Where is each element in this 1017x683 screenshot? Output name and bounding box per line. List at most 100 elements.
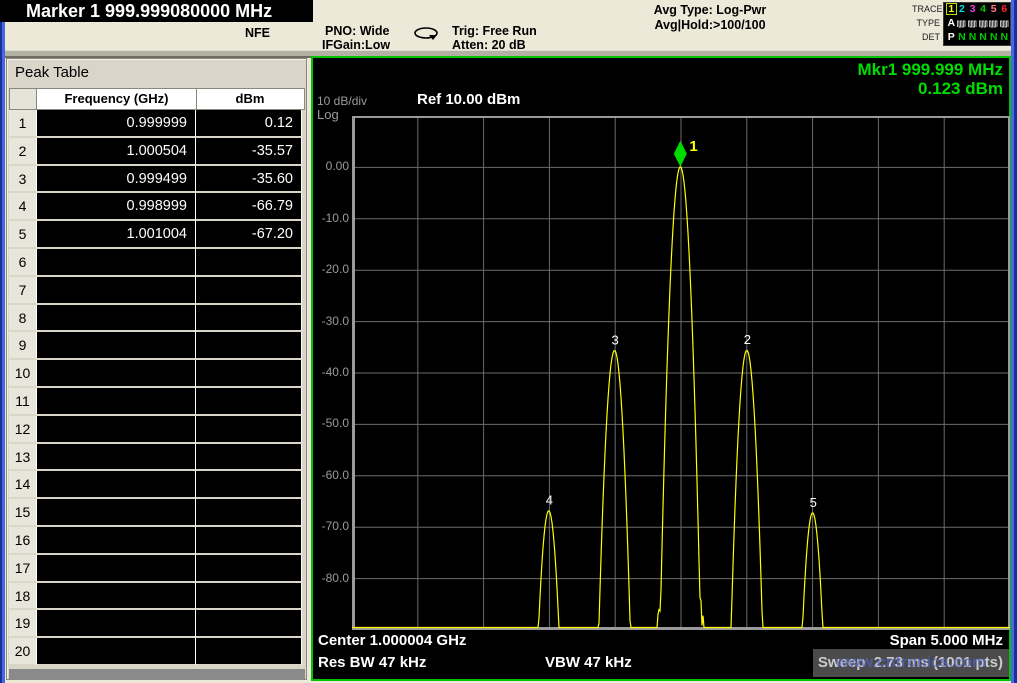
row-frequency-value xyxy=(36,416,196,444)
trace-5-select-button[interactable]: 5 xyxy=(988,3,999,16)
row-index: 18 xyxy=(9,583,36,611)
peak-table-row-14[interactable]: 14 xyxy=(9,471,305,499)
res-bw-annotation[interactable]: Res BW 47 kHz xyxy=(318,654,426,671)
marker-1-diamond[interactable] xyxy=(674,141,687,167)
row-frequency-value xyxy=(36,360,196,388)
marker-readout-amplitude: 0.123 dBm xyxy=(918,79,1003,99)
center-freq-annotation[interactable]: Center 1.000004 GHz xyxy=(318,632,466,649)
trace-4-type-indicator xyxy=(978,17,989,30)
row-frequency-value: 0.998999 xyxy=(36,193,196,221)
row-frequency-value xyxy=(36,527,196,555)
peak-table-row-15[interactable]: 15 xyxy=(9,499,305,527)
row-dbm-value xyxy=(196,583,302,611)
row-frequency-value xyxy=(36,277,196,305)
trace-1-select-button[interactable]: 1 xyxy=(946,3,957,15)
peak-table-scrollbar[interactable] xyxy=(9,669,305,680)
trigger-status[interactable]: Trig: Free Run xyxy=(452,24,537,38)
row-dbm-value xyxy=(196,305,302,333)
row-dbm-value xyxy=(196,527,302,555)
row-frequency-value xyxy=(36,638,196,666)
peak-table-row-1[interactable]: 10.9999990.12 xyxy=(9,110,305,138)
row-frequency-value: 0.999999 xyxy=(36,110,196,138)
peak-table-row-7[interactable]: 7 xyxy=(9,277,305,305)
trace-6-type-indicator xyxy=(999,17,1010,30)
trace-3-detector-indicator: N xyxy=(967,31,978,44)
row-frequency-value xyxy=(36,471,196,499)
row-index: 11 xyxy=(9,388,36,416)
peak-table-row-16[interactable]: 16 xyxy=(9,527,305,555)
row-dbm-value xyxy=(196,444,302,472)
row-index: 4 xyxy=(9,193,36,221)
peak-table-row-18[interactable]: 18 xyxy=(9,583,305,611)
trace-5-type-indicator xyxy=(988,17,999,30)
row-frequency-value xyxy=(36,249,196,277)
peak-table-header: Frequency (GHz) dBm xyxy=(9,88,305,110)
y-axis-label: -80.0 xyxy=(313,571,349,585)
trace-3-type-indicator xyxy=(967,17,978,30)
peak-table-row-20[interactable]: 20 xyxy=(9,638,305,666)
marker-1-number: 1 xyxy=(689,138,697,155)
spectrum-plot[interactable]: 12345 xyxy=(352,116,1010,630)
peak-table-row-9[interactable]: 9 xyxy=(9,332,305,360)
scale-type-label: Log xyxy=(317,107,339,122)
peak-table-header-index xyxy=(10,89,37,109)
peak-table-row-11[interactable]: 11 xyxy=(9,388,305,416)
row-index: 17 xyxy=(9,555,36,583)
peak-table-row-8[interactable]: 8 xyxy=(9,305,305,333)
peak-table-row-4[interactable]: 40.998999-66.79 xyxy=(9,193,305,221)
row-dbm-value: -66.79 xyxy=(196,193,302,221)
span-annotation[interactable]: Span 5.000 MHz xyxy=(890,632,1003,649)
row-frequency-value xyxy=(36,610,196,638)
continuous-sweep-icon[interactable] xyxy=(412,26,440,46)
row-dbm-value xyxy=(196,249,302,277)
y-axis-label: -50.0 xyxy=(313,416,349,430)
trace-2-select-button[interactable]: 2 xyxy=(957,3,968,16)
peak-number-label: 4 xyxy=(546,493,553,508)
trace-4-select-button[interactable]: 4 xyxy=(978,3,989,16)
peak-table-row-6[interactable]: 6 xyxy=(9,249,305,277)
trace-1-detector-indicator: P xyxy=(946,31,957,44)
trace-2-type-indicator xyxy=(957,17,968,30)
row-dbm-value xyxy=(196,416,302,444)
peak-table-title: Peak Table xyxy=(15,64,300,86)
marker-readout-frequency: Mkr1 999.999 MHz xyxy=(857,60,1003,80)
row-index: 1 xyxy=(9,110,36,138)
peak-table-row-2[interactable]: 21.000504-35.57 xyxy=(9,138,305,166)
row-dbm-value xyxy=(196,610,302,638)
peak-table-row-3[interactable]: 30.999499-35.60 xyxy=(9,166,305,194)
avg-type-status[interactable]: Avg Type: Log-Pwr xyxy=(600,3,820,17)
avg-hold-status[interactable]: Avg|Hold:>100/100 xyxy=(600,18,820,32)
row-index: 8 xyxy=(9,305,36,333)
row-dbm-value: -67.20 xyxy=(196,221,302,249)
vbw-annotation[interactable]: VBW 47 kHz xyxy=(545,654,632,671)
window-edge-left xyxy=(0,22,5,683)
nfe-status[interactable]: NFE xyxy=(245,26,270,40)
peak-table-header-dbm: dBm xyxy=(197,89,303,109)
peak-table-row-5[interactable]: 51.001004-67.20 xyxy=(9,221,305,249)
row-index: 16 xyxy=(9,527,36,555)
window-edge-right xyxy=(1011,0,1017,683)
peak-table: Frequency (GHz) dBm 10.9999990.1221.0005… xyxy=(9,88,305,666)
row-index: 2 xyxy=(9,138,36,166)
row-frequency-value xyxy=(36,305,196,333)
row-index: 6 xyxy=(9,249,36,277)
row-frequency-value xyxy=(36,583,196,611)
row-index: 20 xyxy=(9,638,36,666)
watermark: www.cntronics.com xyxy=(813,649,1009,677)
peak-table-row-19[interactable]: 19 xyxy=(9,610,305,638)
peak-table-row-17[interactable]: 17 xyxy=(9,555,305,583)
trace-2-detector-indicator: N xyxy=(957,31,968,44)
scale-per-div-label: 10 dB/div xyxy=(317,94,367,108)
trace-3-select-button[interactable]: 3 xyxy=(967,3,978,16)
row-dbm-value xyxy=(196,332,302,360)
row-index: 15 xyxy=(9,499,36,527)
row-frequency-value xyxy=(36,332,196,360)
peak-number-label: 5 xyxy=(810,495,817,510)
peak-table-row-10[interactable]: 10 xyxy=(9,360,305,388)
pno-status[interactable]: PNO: Wide xyxy=(325,24,389,38)
trace-1-type-indicator: A xyxy=(946,17,957,30)
peak-table-row-12[interactable]: 12 xyxy=(9,416,305,444)
row-frequency-value: 1.001004 xyxy=(36,221,196,249)
peak-table-row-13[interactable]: 13 xyxy=(9,444,305,472)
trace-6-select-button[interactable]: 6 xyxy=(999,3,1010,16)
